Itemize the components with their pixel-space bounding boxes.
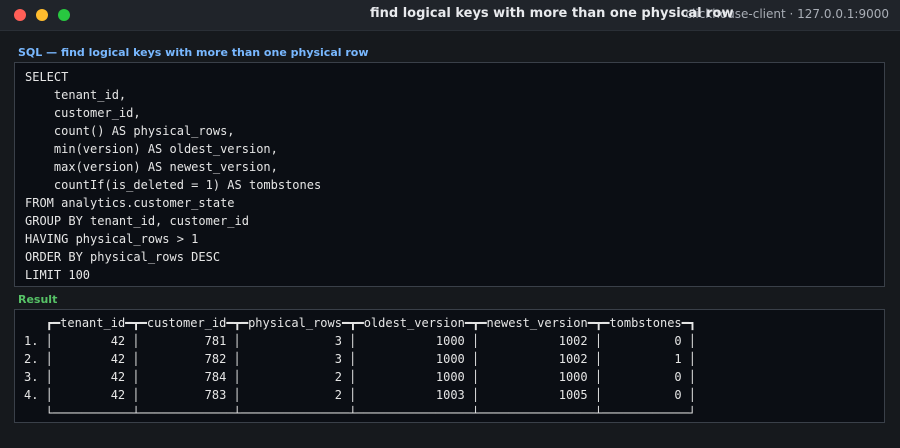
close-window-button[interactable]: [14, 9, 26, 21]
table-cell-tombstones: 0: [674, 334, 682, 348]
sql-editor[interactable]: SELECT tenant_id, customer_id, count() A…: [14, 62, 885, 287]
title-bar: clickhouse-client · 127.0.0.1:9000 find …: [0, 0, 900, 31]
table-cell-oldest-version: 1000: [435, 334, 465, 348]
table-row: 4. │ 42 │ 783 │ 2 │ 1003 │ 1005 │ 0 │: [24, 388, 697, 402]
column-header-tombstones: tombstones: [609, 316, 682, 330]
table-cell-tenant-id: 42: [110, 352, 126, 366]
sql-line: LIMIT 100: [25, 268, 91, 282]
sql-line: GROUP BY tenant_id, customer_id: [25, 214, 249, 228]
row-number: 3.: [24, 370, 39, 384]
sql-line: tenant_id,: [25, 88, 127, 102]
sql-section-label: SQL — find logical keys with more than o…: [18, 46, 369, 59]
table-cell-customer-id: 784: [204, 370, 227, 384]
result-header-row: ┏━tenant_id━┳━customer_id━┳━physical_row…: [24, 316, 697, 330]
table-row: 1. │ 42 │ 781 │ 3 │ 1000 │ 1002 │ 0 │: [24, 334, 697, 348]
window-title: find logical keys with more than one phy…: [370, 6, 734, 21]
minimize-window-button[interactable]: [36, 9, 48, 21]
sql-line: HAVING physical_rows > 1: [25, 232, 199, 246]
table-cell-tombstones: 0: [674, 370, 682, 384]
table-cell-customer-id: 783: [204, 388, 227, 402]
column-header-tenant-id: tenant_id: [60, 316, 126, 330]
column-header-oldest-version: oldest_version: [363, 316, 465, 330]
table-cell-oldest-version: 1000: [435, 352, 465, 366]
table-cell-tenant-id: 42: [110, 334, 126, 348]
table-cell-physical-rows: 3: [334, 352, 342, 366]
column-header-customer-id: customer_id: [146, 316, 227, 330]
maximize-window-button[interactable]: [58, 9, 70, 21]
result-section-label: Result: [18, 293, 58, 306]
sql-line: min(version) AS oldest_version,: [25, 142, 278, 156]
result-panel: ┏━tenant_id━┳━customer_id━┳━physical_row…: [14, 309, 885, 423]
sql-line: count() AS physical_rows,: [25, 124, 235, 138]
table-cell-tenant-id: 42: [110, 388, 126, 402]
table-cell-newest-version: 1002: [558, 352, 588, 366]
row-number: 2.: [24, 352, 39, 366]
table-cell-newest-version: 1002: [558, 334, 588, 348]
table-cell-tenant-id: 42: [110, 370, 126, 384]
sql-line: max(version) AS newest_version,: [25, 160, 278, 174]
terminal-window: clickhouse-client · 127.0.0.1:9000 find …: [0, 0, 900, 448]
table-cell-physical-rows: 3: [334, 334, 342, 348]
sql-line: SELECT: [25, 70, 69, 84]
result-footer-row: └───────────┴─────────────┴─────────────…: [24, 406, 696, 420]
sql-line: customer_id,: [25, 106, 141, 120]
row-number: 1.: [24, 334, 39, 348]
table-row: 2. │ 42 │ 782 │ 3 │ 1000 │ 1002 │ 1 │: [24, 352, 697, 366]
column-header-physical-rows: physical_rows: [248, 316, 342, 330]
table-cell-tombstones: 1: [674, 352, 682, 366]
sql-line: ORDER BY physical_rows DESC: [25, 250, 221, 264]
sql-line: FROM analytics.customer_state: [25, 196, 235, 210]
table-row: 3. │ 42 │ 784 │ 2 │ 1000 │ 1000 │ 0 │: [24, 370, 697, 384]
table-cell-customer-id: 782: [204, 352, 227, 366]
table-cell-physical-rows: 2: [334, 370, 342, 384]
table-cell-newest-version: 1005: [558, 388, 588, 402]
table-cell-physical-rows: 2: [334, 388, 342, 402]
table-cell-newest-version: 1000: [558, 370, 588, 384]
row-number: 4.: [24, 388, 39, 402]
result-table: ┏━tenant_id━┳━customer_id━┳━physical_row…: [24, 314, 696, 422]
table-cell-tombstones: 0: [674, 388, 682, 402]
table-cell-oldest-version: 1000: [435, 370, 465, 384]
table-cell-oldest-version: 1003: [435, 388, 465, 402]
sql-line: countIf(is_deleted = 1) AS tombstones: [25, 178, 322, 192]
column-header-newest-version: newest_version: [486, 316, 588, 330]
table-cell-customer-id: 781: [204, 334, 227, 348]
